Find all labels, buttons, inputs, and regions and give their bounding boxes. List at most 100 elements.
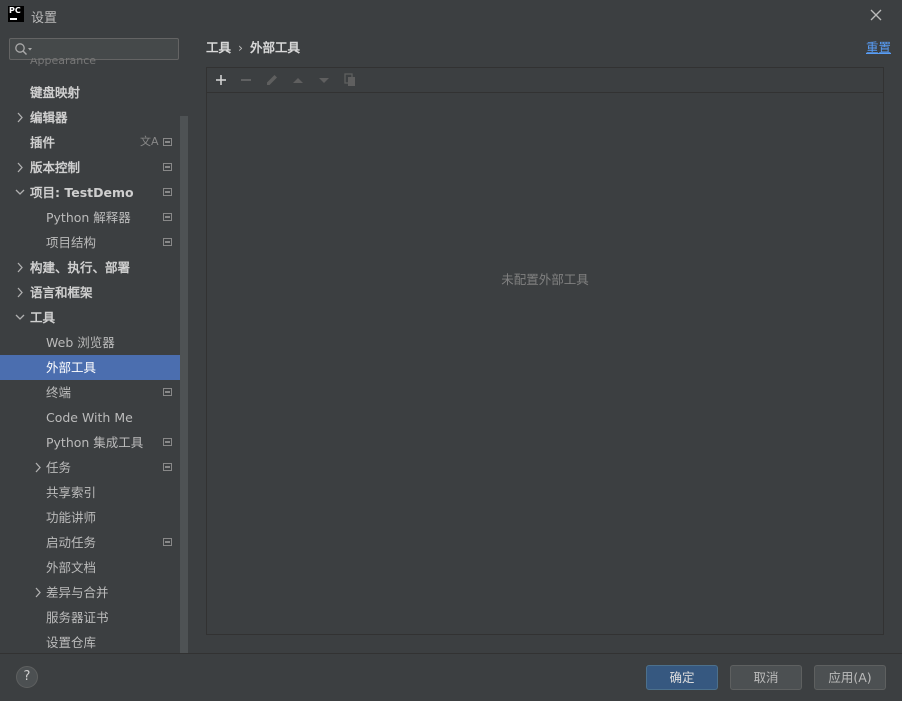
sidebar-item[interactable]: 外部文档 — [0, 555, 188, 580]
chevron-right-icon[interactable] — [14, 255, 26, 280]
sidebar-item-label: 功能讲师 — [46, 510, 97, 525]
sidebar-item[interactable]: 编辑器 — [0, 105, 188, 130]
sidebar-item[interactable]: Code With Me — [0, 405, 188, 430]
project-level-icon — [163, 388, 172, 396]
title-bar: PC 设置 — [0, 0, 902, 30]
faded-top-item: Appearance — [30, 58, 97, 66]
sidebar-item-label: 构建、执行、部署 — [30, 260, 131, 275]
dialog-footer: ? 确定 取消 应用(A) — [0, 653, 902, 701]
sidebar-item-label: 外部工具 — [46, 360, 97, 375]
sidebar-item[interactable]: Python 解释器 — [0, 205, 188, 230]
sidebar-item-label: 项目: TestDemo — [30, 185, 134, 200]
sidebar-item[interactable]: 差异与合并 — [0, 580, 188, 605]
sidebar-item[interactable]: 构建、执行、部署 — [0, 255, 188, 280]
project-level-icon — [163, 238, 172, 246]
sidebar-item[interactable]: 设置仓库 — [0, 630, 188, 653]
project-level-icon — [163, 213, 172, 221]
sidebar-item-label: Python 集成工具 — [46, 435, 144, 450]
sidebar-item[interactable]: Python 集成工具 — [0, 430, 188, 455]
sidebar-item-label: 任务 — [46, 460, 72, 475]
sidebar-item-label: 插件 — [30, 135, 56, 150]
tools-toolbar — [207, 68, 883, 93]
copy-button[interactable] — [342, 72, 358, 88]
window-title: 设置 — [31, 11, 58, 26]
sidebar-item[interactable]: 键盘映射 — [0, 80, 188, 105]
project-level-icon — [163, 438, 172, 446]
search-input[interactable] — [38, 41, 177, 59]
breadcrumb-item[interactable]: 工具 — [206, 40, 231, 55]
move-down-icon — [319, 78, 329, 83]
sidebar-item[interactable]: 功能讲师 — [0, 505, 188, 530]
settings-sidebar: Appearance 键盘映射编辑器插件 文A 版本控制项目: TestDemo Py… — [0, 30, 189, 653]
sidebar-item-label: 语言和框架 — [30, 285, 93, 300]
sidebar-item[interactable]: 工具 — [0, 305, 188, 330]
translate-icon: 文A — [140, 135, 159, 148]
sidebar-item-label: 设置仓库 — [46, 635, 97, 650]
sidebar-item[interactable]: 终端 — [0, 380, 188, 405]
sidebar-item[interactable]: 版本控制 — [0, 155, 188, 180]
ok-button[interactable]: 确定 — [646, 665, 718, 690]
sidebar-item[interactable]: 语言和框架 — [0, 280, 188, 305]
sidebar-item-label: 外部文档 — [46, 560, 97, 575]
project-level-icon — [163, 188, 172, 196]
move-up-button[interactable] — [290, 72, 306, 88]
sidebar-item-label: 键盘映射 — [30, 85, 81, 100]
move-up-icon — [293, 78, 303, 83]
cancel-button[interactable]: 取消 — [730, 665, 802, 690]
chevron-right-icon[interactable] — [14, 155, 26, 180]
sidebar-item[interactable]: 启动任务 — [0, 530, 188, 555]
sidebar-item[interactable]: 任务 — [0, 455, 188, 480]
chevron-down-icon[interactable] — [14, 305, 26, 330]
add-button[interactable] — [213, 72, 229, 88]
main-panel: 工具 › 外部工具 重置 未配置外部工具 — [189, 30, 902, 653]
breadcrumb-item: 外部工具 — [250, 40, 301, 55]
sidebar-item-label: 启动任务 — [46, 535, 97, 550]
project-level-icon — [163, 138, 172, 146]
sidebar-item[interactable]: 插件 文A — [0, 130, 188, 155]
sidebar-item-label: Python 解释器 — [46, 210, 131, 225]
pycharm-logo-icon: PC — [8, 6, 24, 22]
sidebar-item[interactable]: 项目结构 — [0, 230, 188, 255]
remove-button[interactable] — [238, 72, 254, 88]
sidebar-item-label: 编辑器 — [30, 110, 68, 125]
sidebar-item-label: 版本控制 — [30, 160, 81, 175]
sidebar-item-label: 服务器证书 — [46, 610, 109, 625]
close-icon — [870, 9, 882, 21]
sidebar-item-label: Web 浏览器 — [46, 335, 115, 350]
chevron-down-icon[interactable] — [14, 180, 26, 205]
help-button[interactable]: ? — [16, 666, 38, 688]
edit-button[interactable] — [264, 72, 280, 88]
chevron-right-icon[interactable] — [32, 455, 44, 480]
empty-state-text: 未配置外部工具 — [501, 272, 589, 287]
search-icon — [15, 43, 32, 55]
sidebar-item[interactable]: 项目: TestDemo — [0, 180, 188, 205]
sidebar-item[interactable]: Web 浏览器 — [0, 330, 188, 355]
project-level-icon — [163, 163, 172, 171]
chevron-right-icon[interactable] — [14, 105, 26, 130]
sidebar-item-label: 项目结构 — [46, 235, 97, 250]
breadcrumb: 工具 › 外部工具 — [206, 37, 300, 56]
sidebar-item[interactable]: 外部工具 — [0, 355, 188, 380]
add-icon — [216, 75, 226, 85]
copy-icon — [344, 73, 355, 86]
sidebar-item-label: 差异与合并 — [46, 585, 109, 600]
sidebar-item[interactable]: 服务器证书 — [0, 605, 188, 630]
project-level-icon — [163, 463, 172, 471]
sidebar-item-label: 工具 — [30, 310, 56, 325]
sidebar-item-label: Code With Me — [46, 410, 133, 425]
search-field[interactable] — [9, 38, 179, 60]
chevron-right-icon[interactable] — [32, 580, 44, 605]
chevron-right-icon[interactable] — [14, 280, 26, 305]
move-down-button[interactable] — [316, 72, 332, 88]
apply-button[interactable]: 应用(A) — [814, 665, 886, 690]
external-tools-panel: 未配置外部工具 — [206, 67, 884, 635]
reset-link[interactable]: 重置 — [866, 37, 891, 56]
remove-icon — [241, 79, 251, 81]
app-logo-text: PC — [9, 6, 21, 15]
sidebar-item[interactable]: 共享索引 — [0, 480, 188, 505]
sidebar-scrollbar[interactable] — [180, 116, 188, 653]
close-button[interactable] — [864, 4, 888, 26]
sidebar-item-label: 共享索引 — [46, 485, 97, 500]
sidebar-item-label: 终端 — [46, 385, 72, 400]
edit-icon — [267, 75, 277, 85]
